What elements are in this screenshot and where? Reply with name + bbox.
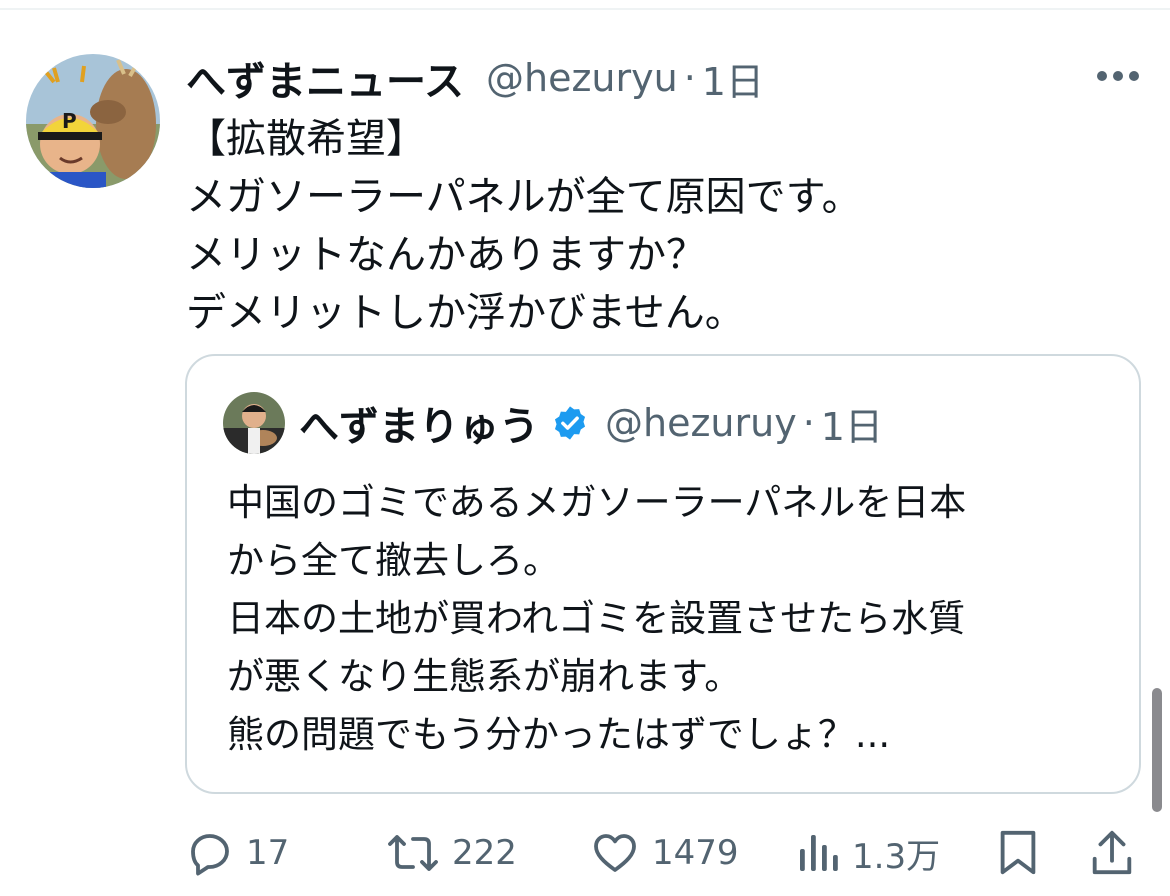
tweet-header: へずまニュース @hezuryu · 1日	[186, 48, 764, 108]
more-dots-icon[interactable]	[1090, 54, 1146, 98]
quoted-user-handle: @hezuruy	[605, 401, 797, 445]
reply-count: 17	[246, 833, 290, 873]
quoted-tweet[interactable]: へずまりゅう @hezuruy · 1日 中国のゴミであるメガソーラーパネルを日…	[185, 354, 1141, 794]
quoted-tweet-header: へずまりゅう @hezuruy · 1日	[299, 392, 883, 454]
tweet-text-line: メリットなんかありますか？	[186, 232, 706, 278]
quoted-text-line: 日本の土地が買われゴミを設置させたら水質	[227, 597, 966, 640]
action-bar: 17 222 1479 1.3万	[0, 818, 1170, 888]
verified-badge-icon	[554, 406, 586, 440]
share-icon	[1092, 830, 1132, 875]
quoted-tweet-text: 中国のゴミであるメガソーラーパネルを日本 から全て撤去しろ。 日本の土地が買われ…	[227, 474, 1107, 764]
avatar-image: P	[26, 54, 160, 188]
like-button[interactable]: 1479	[590, 818, 739, 888]
separator-dot: ·	[683, 56, 696, 100]
retweet-button[interactable]: 222	[386, 818, 517, 888]
bookmark-icon	[1000, 830, 1036, 875]
quoted-display-name: へずまりゅう	[299, 404, 539, 450]
views-count: 1.3万	[852, 836, 941, 877]
display-name[interactable]: へずまニュース	[186, 49, 464, 107]
quoted-text-line: から全て撤去しろ。	[227, 539, 560, 582]
views-button[interactable]: 1.3万	[796, 818, 940, 888]
tweet-text: 【拡散希望】 メガソーラーパネルが全て原因です。 メリットなんかありますか？ デ…	[186, 110, 1146, 342]
user-avatar[interactable]: P	[26, 54, 160, 188]
heart-icon	[594, 834, 636, 872]
scrollbar[interactable]	[1152, 688, 1162, 812]
timestamp[interactable]: 1日	[702, 51, 764, 106]
retweet-count: 222	[452, 833, 517, 873]
reply-button[interactable]: 17	[186, 818, 289, 888]
quoted-user-avatar[interactable]	[223, 392, 285, 454]
tweet-text-line: メガソーラーパネルが全て原因です。	[186, 174, 862, 220]
quoted-timestamp: 1日	[820, 404, 883, 449]
share-button[interactable]	[1090, 818, 1134, 888]
bookmark-button[interactable]	[996, 818, 1040, 888]
like-count: 1479	[652, 833, 739, 873]
tweet-text-line: デメリットしか浮かびません。	[186, 290, 745, 336]
reply-icon	[191, 834, 229, 876]
views-chart-icon	[800, 835, 838, 871]
user-handle[interactable]: @hezuryu	[486, 56, 678, 100]
tweet[interactable]: P へずまニュース @hezuryu · 1日 【拡散希望】 メガソーラーパネル…	[0, 10, 1170, 896]
quoted-text-line: が悪くなり生態系が崩れます。	[227, 655, 742, 698]
tweet-text-line: 【拡散希望】	[186, 116, 426, 162]
quoted-text-line: 熊の問題でもう分かったはずでしょ？...	[227, 713, 891, 756]
quoted-avatar-image	[223, 392, 285, 454]
retweet-icon	[388, 835, 438, 871]
quoted-separator-dot: ·	[802, 401, 815, 445]
svg-text:P: P	[62, 109, 77, 133]
quoted-text-line: 中国のゴミであるメガソーラーパネルを日本	[227, 481, 967, 524]
